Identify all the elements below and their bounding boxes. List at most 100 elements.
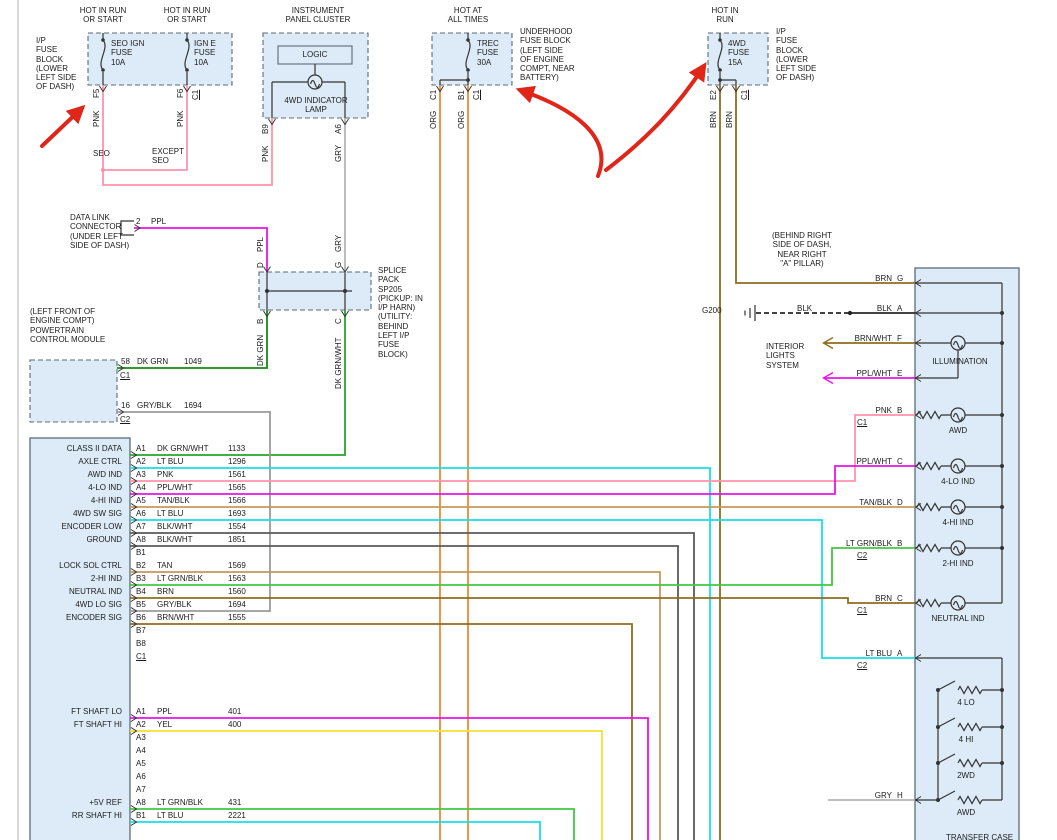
pin-b6-ckt: 1555 (228, 613, 246, 622)
pin-a3-ckt: 1561 (228, 470, 246, 479)
lamp-awd-label: AWD (936, 426, 980, 435)
row-pplwht-e-color: PPL/WHT (815, 369, 892, 378)
wire-tan-1569-lock-sol (130, 572, 660, 840)
connector-c1-4wd: C1 (740, 90, 749, 100)
interior-lights-system-label: INTERIOR LIGHTS SYSTEM (766, 342, 804, 370)
func-awd-ind: AWD IND (32, 470, 122, 479)
pin-a6-ckt: 1693 (228, 509, 246, 518)
row-tanblk-terminal: D (897, 498, 903, 507)
func-class-ii-data: CLASS II DATA (32, 444, 122, 453)
logic-label: LOGIC (278, 50, 352, 59)
func-neutral-ind: NEUTRAL IND (32, 587, 122, 596)
row-pnk-terminal: B (897, 406, 902, 415)
terminal-f5: F5 (92, 89, 101, 98)
ip-fuse-block-label: I/P FUSE BLOCK (LOWER LEFT SIDE OF DASH) (36, 36, 76, 92)
func-4lo-ind: 4-LO IND (32, 483, 122, 492)
row-ltblu-conn-c2: C2 (857, 661, 867, 670)
row-brn-terminal: G (897, 274, 903, 283)
pin-b5-ckt: 1694 (228, 600, 246, 609)
pin-a7: A7 (136, 522, 146, 531)
internal-circuit-lines (101, 33, 1002, 800)
switch-pos-4lo: 4 LO (946, 698, 986, 707)
wire-color-gry-splice: GRY (334, 235, 343, 252)
dlc-label: DATA LINK CONNECTOR (UNDER LEFT SIDE OF … (70, 213, 129, 250)
pin-a7-color: BLK/WHT (157, 522, 193, 531)
underhood-fuse-block-box (432, 33, 512, 85)
wire-color-ppl-dlc: PPL (151, 217, 166, 226)
tccm-connector-c1: C1 (136, 652, 146, 661)
row-blk-terminal: A (897, 304, 902, 313)
pin-a6-color: LT BLU (157, 509, 183, 518)
terminal-e2: E2 (709, 90, 718, 100)
pin-b3-color: LT GRN/BLK (157, 574, 203, 583)
pin2-a2-color: YEL (157, 720, 172, 729)
ip-fuse-block-label-2: I/P FUSE BLOCK (LOWER LEFT SIDE OF DASH) (776, 27, 816, 83)
wire-brn-1560-neutral (130, 598, 915, 603)
switch-pos-4hi: 4 HI (946, 735, 986, 744)
pin-a3: A3 (136, 470, 146, 479)
row-tanblk-color: TAN/BLK (815, 498, 892, 507)
pin2-a2-ckt: 400 (228, 720, 241, 729)
pcm-wire-dkgrn: DK GRN (137, 357, 168, 366)
func-axle-ctrl: AXLE CTRL (32, 457, 122, 466)
terminal-d: D (256, 262, 265, 268)
pin-a7-ckt: 1554 (228, 522, 246, 531)
wire-color-pnk-b9: PNK (261, 146, 270, 162)
row-brn-color: BRN (815, 274, 892, 283)
terminal-c-splice: C (334, 318, 343, 324)
red-arrow-middle (520, 90, 601, 176)
lamp-2hi-label: 2-HI IND (928, 559, 988, 568)
wire-color-blk-mid: BLK (797, 304, 812, 313)
pin-b2: B2 (136, 561, 146, 570)
pin-b6: B6 (136, 613, 146, 622)
row-brnwht-color: BRN/WHT (815, 334, 892, 343)
wire-pplwht-1565-4lo (130, 466, 915, 494)
hot-header-1: HOT IN RUN OR START (68, 6, 138, 25)
wire-ltblu-1296-axle-ctrl (130, 468, 710, 840)
transfer-case-switch-box (915, 268, 1019, 840)
pcm-label: (LEFT FRONT OF ENGINE COMPT) POWERTRAIN … (30, 307, 105, 344)
row-ltgrnblk-color: LT GRN/BLK (815, 539, 892, 548)
pin2-a8: A8 (136, 798, 146, 807)
row-pnk-color: PNK (815, 406, 892, 415)
ground-g200-symbol (745, 305, 755, 321)
row-pplwht-c-terminal: C (897, 457, 903, 466)
wire-yel-400-ft-shaft-hi (130, 731, 602, 840)
pin-a5-ckt: 1566 (228, 496, 246, 505)
pin-b6-color: BRN/WHT (157, 613, 194, 622)
wire-color-dkgrn: DK GRN (256, 335, 265, 366)
pin2-a3: A3 (136, 733, 146, 742)
wire-color-brn-2: BRN (725, 111, 734, 128)
ground-g200-label: G200 (702, 306, 722, 315)
pin-a2-color: LT BLU (157, 457, 183, 466)
terminal-b-splice: B (256, 319, 265, 324)
pin2-a2: A2 (136, 720, 146, 729)
pin-a4: A4 (136, 483, 146, 492)
wire-ltblu-2221-rr-shaft (130, 822, 540, 840)
row-ltblu-terminal: A (897, 649, 902, 658)
row-pplwht-e-terminal: E (897, 369, 902, 378)
cluster-title: INSTRUMENT PANEL CLUSTER (270, 6, 366, 25)
wire-color-org-1: ORG (429, 111, 438, 129)
switch-pos-2wd: 2WD (946, 771, 986, 780)
pin-b4-ckt: 1560 (228, 587, 246, 596)
dlc-pin-2: 2 (136, 217, 140, 226)
row-pnk-conn-c1: C1 (857, 418, 867, 427)
pin-a8-color: BLK/WHT (157, 535, 193, 544)
hot-header-2: HOT IN RUN OR START (152, 6, 222, 25)
pin-b2-color: TAN (157, 561, 172, 570)
pin-a8-ckt: 1851 (228, 535, 246, 544)
func-4wd-lo-sig: 4WD LO SIG (32, 600, 122, 609)
lamp-4lo-label: 4-LO IND (928, 477, 988, 486)
wire-pnk-1561-awd-ind (130, 415, 915, 481)
wire-color-brn-1: BRN (709, 111, 718, 128)
pin-a3-color: PNK (157, 470, 173, 479)
row-pplwht-c-color: PPL/WHT (815, 457, 892, 466)
wire-runs (103, 85, 915, 840)
pin-b5: B5 (136, 600, 146, 609)
func-rr-shaft-hi: RR SHAFT HI (32, 811, 122, 820)
func-4wd-sw-sig: 4WD SW SIG (32, 509, 122, 518)
pin-a2: A2 (136, 457, 146, 466)
lamp-illumination-label: ILLUMINATION (918, 357, 1002, 366)
pin2-a1-color: PPL (157, 707, 172, 716)
